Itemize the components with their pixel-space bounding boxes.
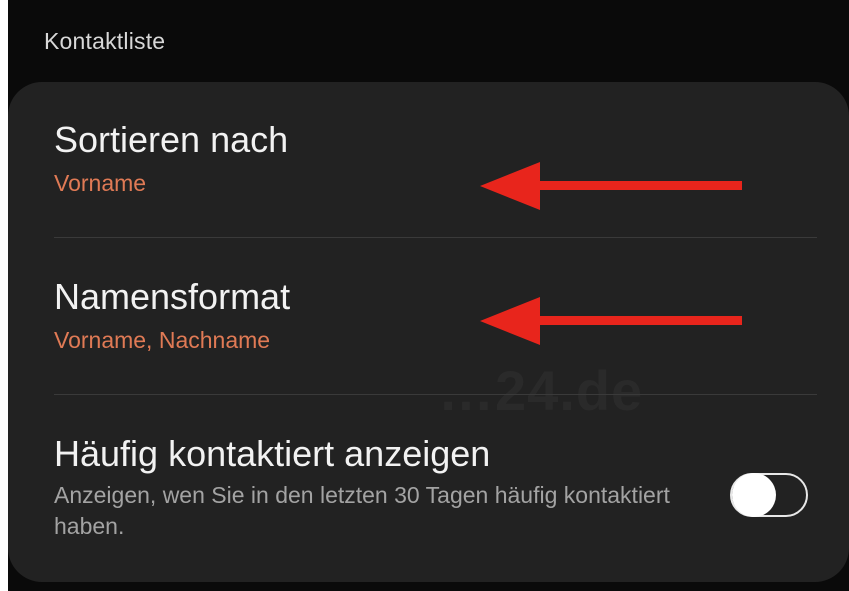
toggle-knob — [732, 473, 776, 517]
divider — [54, 394, 817, 395]
setting-frequently-contacted-title: Häufig kontaktiert anzeigen — [54, 433, 491, 474]
section-header: Kontaktliste — [44, 28, 166, 54]
divider — [54, 237, 817, 238]
setting-sort-by-title: Sortieren nach — [54, 119, 289, 160]
setting-frequently-contacted-description: Anzeigen, wen Sie in den letzten 30 Tage… — [54, 481, 670, 540]
annotation-arrow-icon — [480, 162, 742, 210]
frequently-contacted-toggle[interactable] — [730, 473, 808, 517]
annotation-arrow-icon — [480, 297, 742, 345]
setting-frequently-contacted[interactable]: Häufig kontaktiert anzeigen Anzeigen, we… — [54, 434, 814, 543]
watermark: …24.de — [438, 359, 644, 422]
settings-screen: Kontaktliste …24.de Sortieren nach Vorna… — [8, 0, 849, 591]
